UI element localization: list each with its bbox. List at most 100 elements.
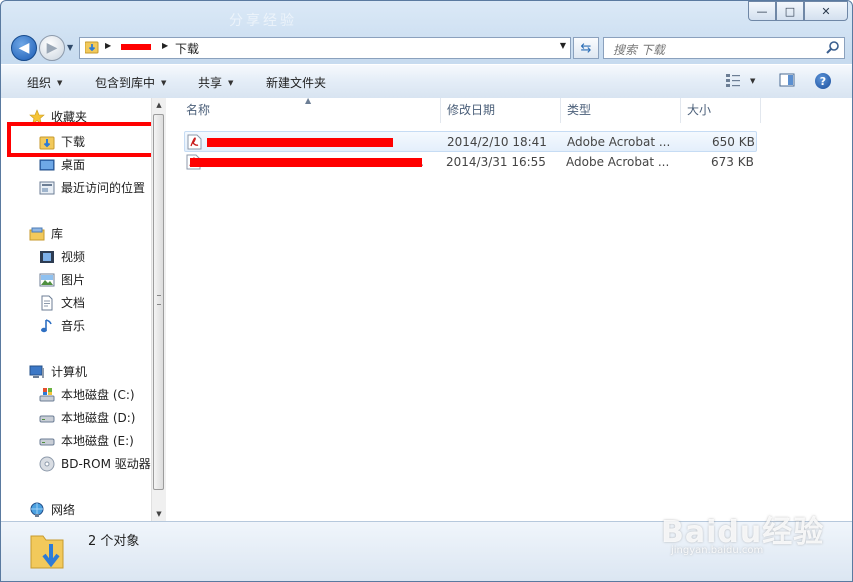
pdf-file-icon [187, 134, 202, 150]
search-box[interactable]: 搜索 下载 [603, 37, 845, 59]
recent-places-icon [39, 181, 55, 194]
nav-item-music[interactable]: 音乐 [39, 317, 85, 334]
window-title: 分享经验 [229, 13, 297, 29]
share-label: 共享 [198, 76, 223, 90]
nav-item-pictures[interactable]: 图片 [39, 271, 85, 288]
nav-item-drive-e[interactable]: 本地磁盘 (E:) [39, 432, 134, 449]
nav-item-label: 最近访问的位置 [61, 181, 146, 195]
library-icon [29, 227, 45, 240]
search-placeholder[interactable]: 搜索 下载 [613, 41, 665, 58]
preview-pane-icon[interactable] [779, 72, 795, 88]
nav-item-label: 本地磁盘 (E:) [61, 434, 134, 448]
nav-item-label: 桌面 [61, 158, 86, 172]
nav-network-header[interactable]: 网络 [29, 501, 75, 518]
address-dropdown-icon[interactable]: ▼ [560, 41, 566, 50]
nav-item-bd-rom[interactable]: BD-ROM 驱动器 [39, 455, 151, 472]
nav-item-desktop[interactable]: 桌面 [39, 156, 85, 173]
help-icon[interactable]: ? [815, 73, 831, 89]
nav-item-drive-c[interactable]: 本地磁盘 (C:) [39, 386, 135, 403]
folder-download-icon [85, 41, 99, 54]
command-toolbar: 组织 ▼ 包含到库中 ▼ 共享 ▼ 新建文件夹 ▼ ? [1, 64, 852, 99]
scroll-up-icon[interactable]: ▲ [152, 98, 166, 112]
refresh-button[interactable]: ⇆ [573, 37, 599, 59]
breadcrumb-arrow-icon[interactable]: ▶ [162, 41, 168, 50]
file-type: Adobe Acrobat ... [567, 135, 671, 149]
scroll-thumb[interactable] [153, 114, 164, 490]
column-type[interactable]: 类型 [561, 98, 681, 123]
nav-item-label: BD-ROM 驱动器 [61, 457, 151, 471]
computer-label: 计算机 [51, 365, 88, 379]
column-headers: ▲ 名称 修改日期 类型 大小 [166, 96, 852, 123]
redacted-breadcrumb[interactable] [121, 44, 151, 50]
address-bar[interactable]: ▶ ▶ 下载 ▼ [79, 37, 571, 59]
include-in-library-label: 包含到库中 [95, 76, 156, 90]
chevron-down-icon: ▼ [228, 78, 234, 87]
grip-icon [157, 295, 161, 305]
nav-item-label: 视频 [61, 250, 86, 264]
include-in-library-menu[interactable]: 包含到库中 ▼ [95, 74, 166, 91]
nav-item-label: 图片 [61, 273, 86, 287]
column-size[interactable]: 大小 [681, 98, 761, 123]
close-button[interactable]: ✕ [804, 1, 848, 21]
nav-item-recent[interactable]: 最近访问的位置 [39, 179, 145, 196]
new-folder-button[interactable]: 新建文件夹 [266, 74, 326, 91]
file-type: Adobe Acrobat ... [566, 155, 670, 169]
nav-item-drive-d[interactable]: 本地磁盘 (D:) [39, 409, 135, 426]
redaction-bar [207, 138, 393, 147]
chevron-down-icon: ▼ [161, 78, 167, 87]
baidu-watermark: Baidu经验 jingyan.baidu.com [661, 507, 824, 556]
desktop-icon [39, 159, 55, 170]
new-folder-label: 新建文件夹 [266, 76, 327, 90]
scroll-down-icon[interactable]: ▼ [152, 507, 166, 521]
music-note-icon [41, 318, 52, 332]
column-name[interactable]: 名称 [180, 98, 441, 123]
libraries-label: 库 [51, 227, 64, 241]
forward-arrow-icon: ▶ [46, 40, 58, 56]
forward-button[interactable]: ▶ [39, 35, 65, 61]
item-count: 2 个对象 [88, 534, 140, 549]
nav-item-label: 音乐 [61, 319, 86, 333]
address-row: ◀ ▶ ▼ ▶ ▶ 下载 ▼ ⇆ 搜索 下载 [1, 32, 852, 62]
nav-libraries-header[interactable]: 库 [29, 225, 63, 242]
network-icon [30, 502, 44, 517]
picture-icon [39, 273, 55, 286]
file-list-pane: ▲ 名称 修改日期 类型 大小 2014/2/10 18:41 Adobe Ac… [166, 96, 852, 521]
file-size: 650 KB [712, 135, 755, 149]
breadcrumb-arrow-icon[interactable]: ▶ [105, 41, 111, 50]
nav-computer-header[interactable]: 计算机 [29, 363, 87, 380]
nav-item-label: 本地磁盘 (C:) [61, 388, 135, 402]
document-icon [41, 295, 53, 310]
refresh-icon: ⇆ [580, 40, 592, 56]
nav-item-documents[interactable]: 文档 [39, 294, 85, 311]
file-row[interactable]: . 2014/3/31 16:55 Adobe Acrobat ... 673 … [184, 152, 757, 173]
recent-locations-dropdown[interactable]: ▼ [67, 43, 73, 52]
breadcrumb-current[interactable]: 下载 [175, 40, 199, 57]
file-size: 673 KB [711, 155, 754, 169]
share-menu[interactable]: 共享 ▼ [198, 74, 233, 91]
back-button[interactable]: ◀ [11, 35, 37, 61]
watermark-url: jingyan.baidu.com [671, 545, 764, 556]
video-icon [40, 250, 54, 263]
search-icon[interactable] [825, 40, 840, 55]
redaction-bar [190, 158, 422, 167]
view-dropdown-icon[interactable]: ▼ [750, 77, 755, 85]
file-modified: 2014/3/31 16:55 [446, 155, 546, 169]
nav-item-label: 本地磁盘 (D:) [61, 411, 136, 425]
annotation-highlight-box [7, 122, 151, 157]
minimize-button[interactable]: — [748, 1, 776, 21]
file-row[interactable]: 2014/2/10 18:41 Adobe Acrobat ... 650 KB [184, 131, 757, 152]
organize-label: 组织 [27, 76, 52, 90]
organize-menu[interactable]: 组织 ▼ [27, 74, 62, 91]
view-options-icon[interactable] [725, 72, 741, 88]
computer-icon [29, 365, 44, 378]
hard-drive-icon [39, 415, 55, 422]
hard-drive-icon [39, 438, 55, 445]
nav-item-videos[interactable]: 视频 [39, 248, 85, 265]
nav-scrollbar[interactable]: ▲ ▼ [151, 98, 166, 521]
windows-drive-icon [39, 387, 55, 401]
folder-download-icon [30, 535, 64, 569]
maximize-button[interactable]: □ [776, 1, 804, 21]
optical-disc-icon [39, 456, 55, 471]
nav-item-label: 文档 [61, 296, 86, 310]
column-modified[interactable]: 修改日期 [441, 98, 561, 123]
